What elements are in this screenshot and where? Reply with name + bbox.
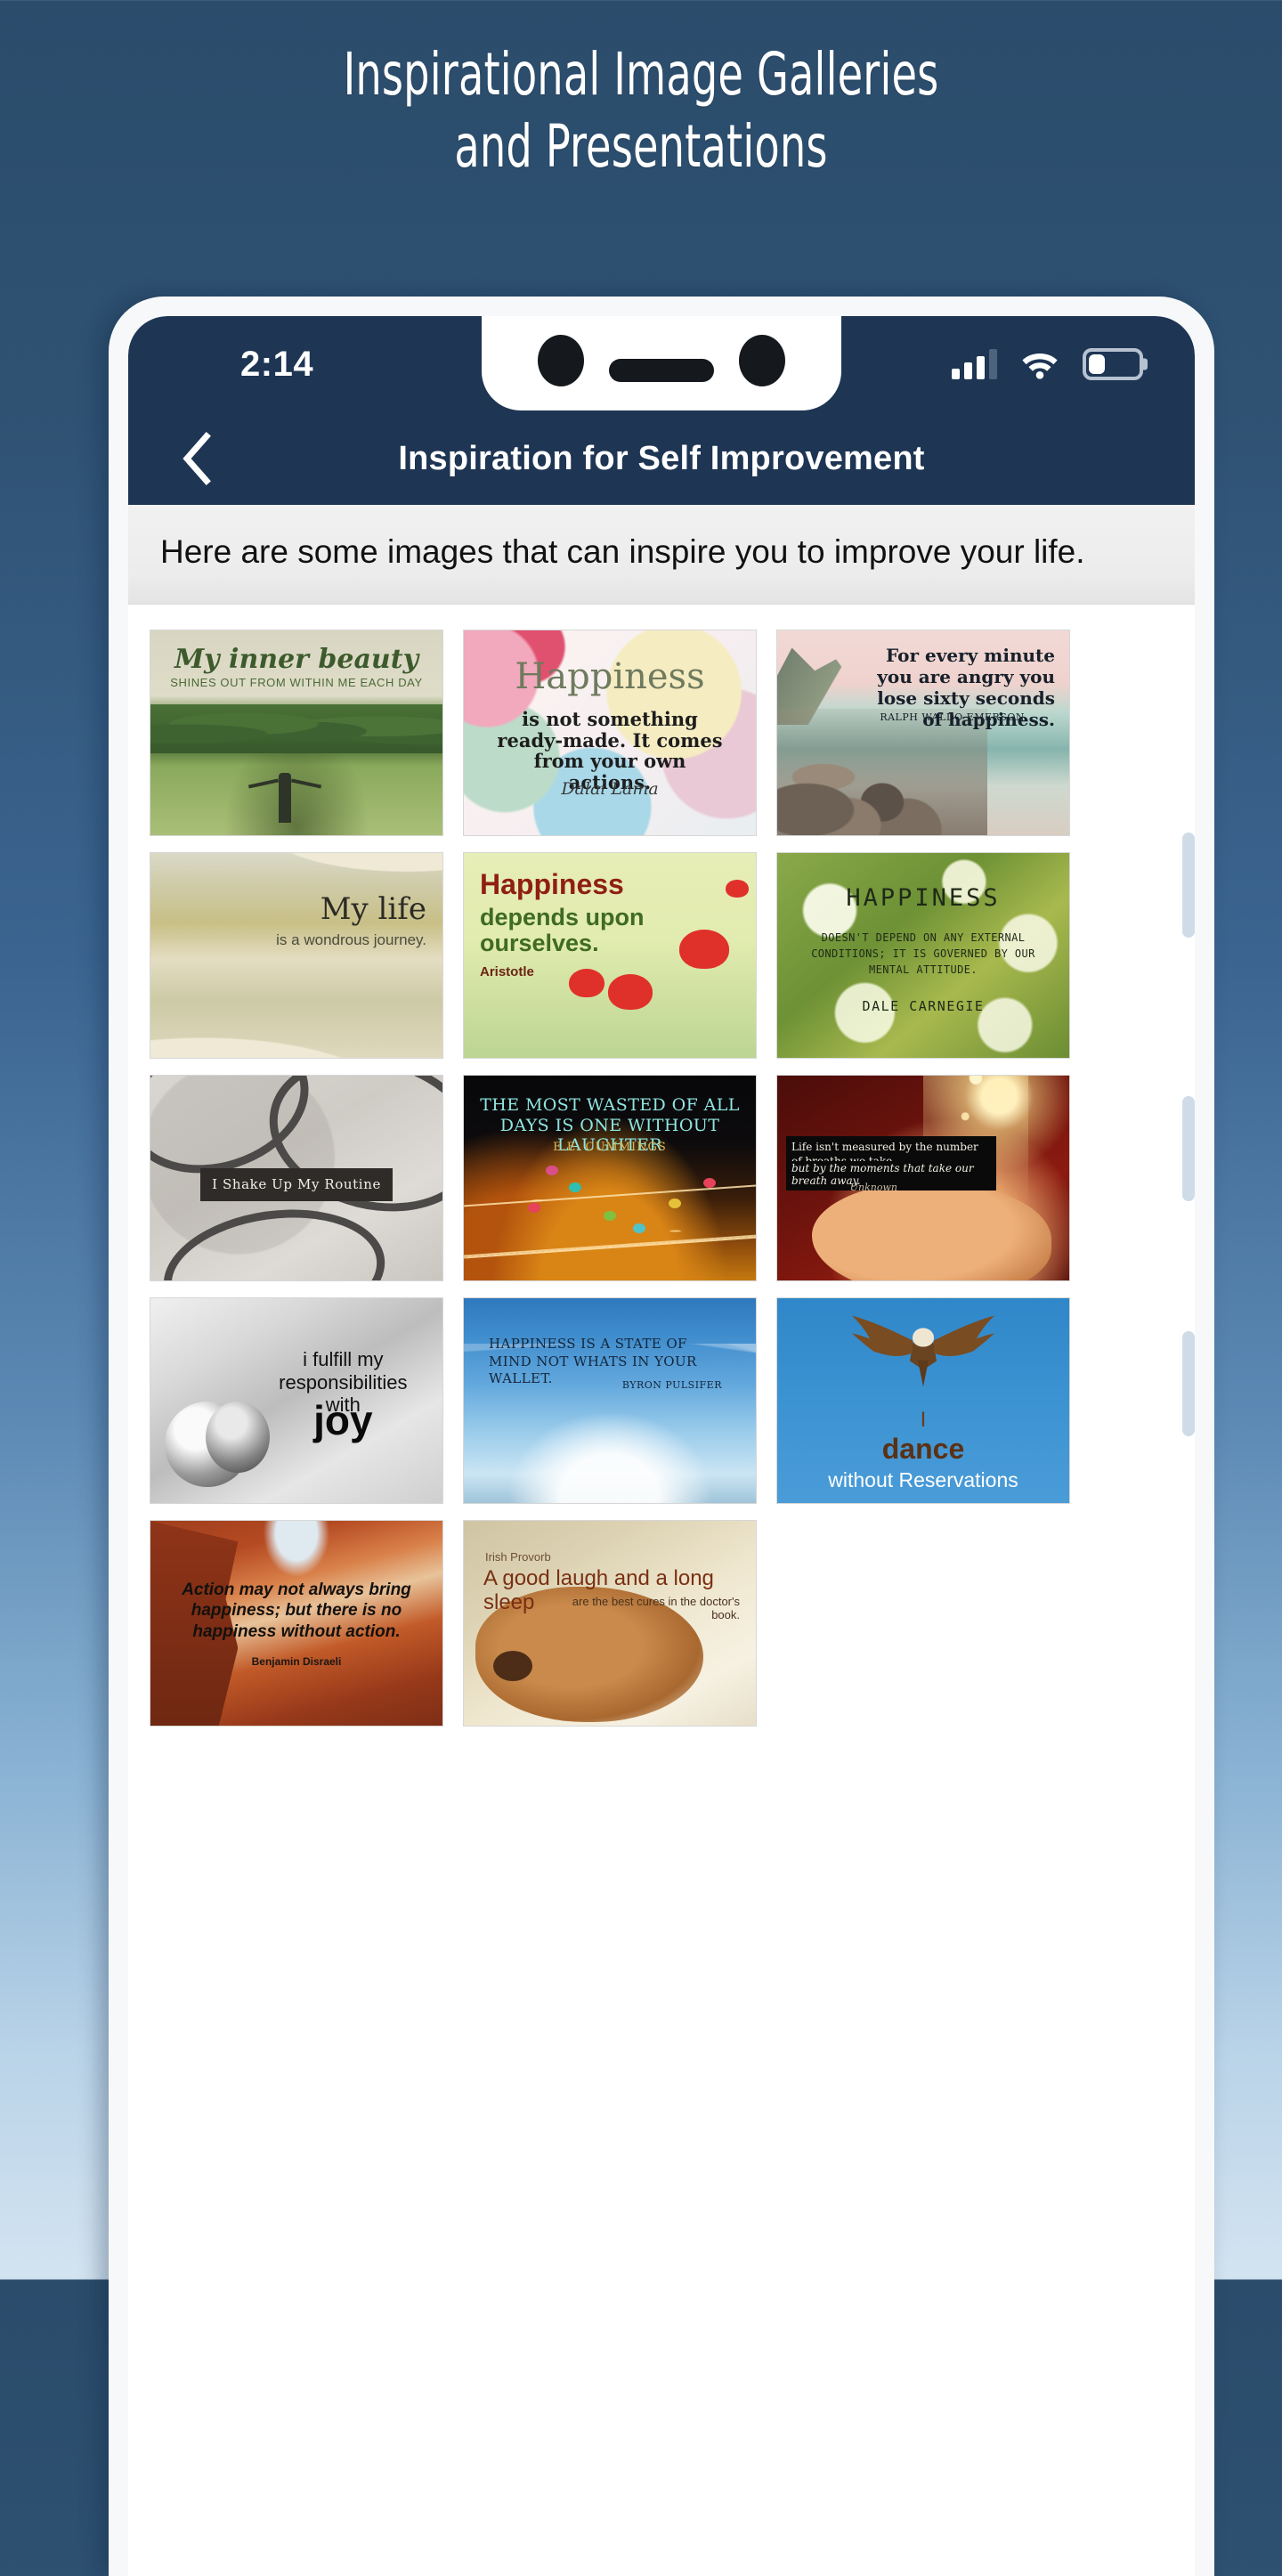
page-title: Inspirational Image Galleries and Presen… [141,39,1140,183]
status-bar-time: 2:14 [240,344,314,384]
gallery-item-irish-proverb-laugh[interactable]: Irish Provorb A good laugh and a long sl… [463,1520,757,1727]
gallery-item-responsibilities-joy[interactable]: i fulfill my responsibilities with joy [150,1297,443,1505]
gallery-item-wondrous-journey[interactable]: My life is a wondrous journey. [150,852,443,1060]
thumbnail-artwork [150,1076,442,1281]
gallery-item-inner-beauty[interactable]: My inner beauty SHINES OUT FROM WITHIN M… [150,630,443,837]
image-gallery-grid: My inner beauty SHINES OUT FROM WITHIN M… [128,605,1195,1727]
gallery-item-carnegie-happiness[interactable]: HAPPINESS DOESN'T DEPEND ON ANY EXTERNAL… [776,852,1070,1060]
thumbnail-artwork [464,853,756,1059]
status-bar: 2:14 [128,316,1195,412]
scrollbar-thumb-lower[interactable] [1182,1331,1195,1436]
page-heading: Inspiration for Self Improvement [398,439,925,477]
navigation-bar: Inspiration for Self Improvement [128,412,1195,505]
gallery-item-cummings-laughter[interactable]: THE MOST WASTED OF ALL DAYS IS ONE WITHO… [463,1075,757,1282]
sensor-dot-icon [739,335,785,386]
eagle-icon [836,1309,1010,1395]
phone-notch [482,316,841,410]
signal-bars-icon [952,349,997,379]
thumbnail-artwork [777,630,1069,836]
gallery-item-emerson-angry[interactable]: For every minute you are angry you lose … [776,630,1070,837]
thumbnail-artwork [777,1076,1069,1281]
thumbnail-artwork [150,1298,442,1504]
scrollbar-thumb-upper[interactable] [1182,833,1195,938]
thumbnail-artwork [150,630,442,836]
gallery-item-dance-without-reservations[interactable]: I dance without Reservations [776,1297,1070,1505]
back-button[interactable] [164,426,230,492]
scrollbar[interactable] [1182,316,1195,2576]
page-title-line-2: and Presentations [454,111,828,181]
gallery-item-aristotle-happiness[interactable]: Happiness depends upon ourselves. Aristo… [463,852,757,1060]
wifi-icon [1020,349,1059,379]
gallery-item-pulsifer-state-of-mind[interactable]: HAPPINESS IS A STATE OF MIND NOT WHATS I… [463,1297,757,1505]
thumbnail-artwork [464,1298,756,1504]
description-text: Here are some images that can inspire yo… [128,505,1195,605]
phone-mockup: 2:14 Inspiration for Self Improvement He… [109,297,1214,2576]
thumbnail-artwork [777,1298,1069,1504]
thumbnail-artwork [150,853,442,1059]
gallery-item-dalai-lama-happiness[interactable]: Happiness is not something ready-made. I… [463,630,757,837]
thumbnail-artwork [464,1521,756,1727]
thumbnail-artwork [464,630,756,836]
status-bar-icons [952,348,1143,380]
gallery-item-breaths-we-take[interactable]: Life isn't measured by the number of bre… [776,1075,1070,1282]
chevron-left-icon [183,432,211,485]
earpiece-speaker-icon [609,359,714,382]
phone-screen: 2:14 Inspiration for Self Improvement He… [128,316,1195,2576]
thumbnail-artwork [464,1076,756,1281]
gallery-item-disraeli-action[interactable]: Action may not always bring happiness; b… [150,1520,443,1727]
page-title-line-1: Inspirational Image Galleries [343,40,939,109]
thumbnail-artwork [777,853,1069,1059]
scrollbar-thumb-middle[interactable] [1182,1096,1195,1201]
gallery-item-shake-up-routine[interactable]: I Shake Up My Routine [150,1075,443,1282]
thumbnail-artwork [150,1521,442,1727]
battery-icon [1083,348,1143,380]
front-camera-icon [538,335,584,386]
